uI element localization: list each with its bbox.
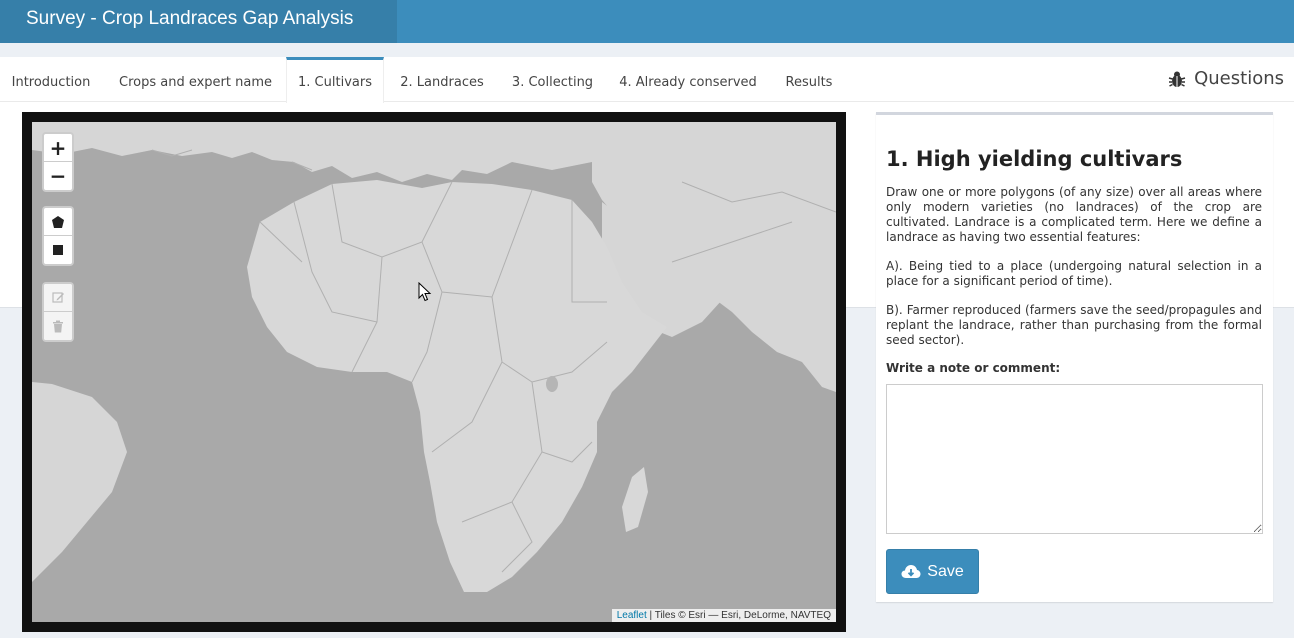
question-panel: 1. High yielding cultivars Draw one or m…	[876, 112, 1273, 602]
polygon-icon	[52, 215, 64, 228]
edit-toolbar	[42, 282, 74, 342]
map-frame: + − Leaflet | Tiles © Esri — Esri, DeLor…	[22, 112, 846, 632]
description-paragraph: B). Farmer reproduced (farmers save the …	[886, 303, 1262, 347]
questions-label: Questions	[1194, 68, 1284, 89]
zoom-in-button[interactable]: +	[44, 134, 72, 162]
edit-layers-button[interactable]	[44, 284, 72, 312]
app-title[interactable]: Survey - Crop Landraces Gap Analysis	[0, 0, 397, 43]
question-title: 1. High yielding cultivars	[886, 147, 1183, 171]
tab-already-conserved[interactable]: 4. Already conserved	[614, 57, 762, 102]
description-paragraph: A). Being tied to a place (undergoing na…	[886, 259, 1262, 288]
tab-introduction[interactable]: Introduction	[0, 57, 102, 102]
questions-link[interactable]: Questions	[1168, 68, 1284, 89]
zoom-control: + −	[42, 132, 74, 192]
zoom-out-button[interactable]: −	[44, 162, 72, 190]
tab-results[interactable]: Results	[772, 57, 846, 102]
save-label: Save	[927, 562, 964, 580]
rectangle-icon	[53, 245, 63, 255]
tab-crops-expert[interactable]: Crops and expert name	[108, 57, 283, 102]
comment-label: Write a note or comment:	[886, 361, 1061, 375]
edit-icon	[51, 292, 64, 303]
draw-toolbar	[42, 206, 74, 266]
leaflet-link[interactable]: Leaflet	[617, 610, 647, 621]
comment-textarea[interactable]	[886, 384, 1263, 534]
tab-collecting[interactable]: 3. Collecting	[505, 57, 600, 102]
map-tiles	[32, 122, 836, 622]
save-button[interactable]: Save	[886, 549, 979, 594]
top-navbar: Survey - Crop Landraces Gap Analysis	[0, 0, 1294, 43]
mouse-cursor-icon	[418, 281, 432, 306]
bug-icon	[1168, 70, 1186, 88]
description-paragraph: Draw one or more polygons (of any size) …	[886, 185, 1262, 244]
tab-cultivars[interactable]: 1. Cultivars	[286, 57, 384, 103]
map-attribution: Leaflet | Tiles © Esri — Esri, DeLorme, …	[611, 609, 836, 622]
question-description: Draw one or more polygons (of any size) …	[886, 185, 1262, 362]
tiles-credit: | Tiles © Esri — Esri, DeLorme, NAVTEQ	[646, 610, 832, 621]
delete-layers-button[interactable]	[44, 312, 72, 340]
draw-rectangle-button[interactable]	[44, 236, 72, 264]
cloud-download-icon	[901, 564, 921, 578]
tab-landraces[interactable]: 2. Landraces	[392, 57, 492, 102]
draw-polygon-button[interactable]	[44, 208, 72, 236]
map-canvas[interactable]: + − Leaflet | Tiles © Esri — Esri, DeLor…	[32, 122, 836, 622]
trash-icon	[53, 320, 63, 332]
tab-bar: Introduction Crops and expert name 1. Cu…	[0, 57, 1294, 103]
